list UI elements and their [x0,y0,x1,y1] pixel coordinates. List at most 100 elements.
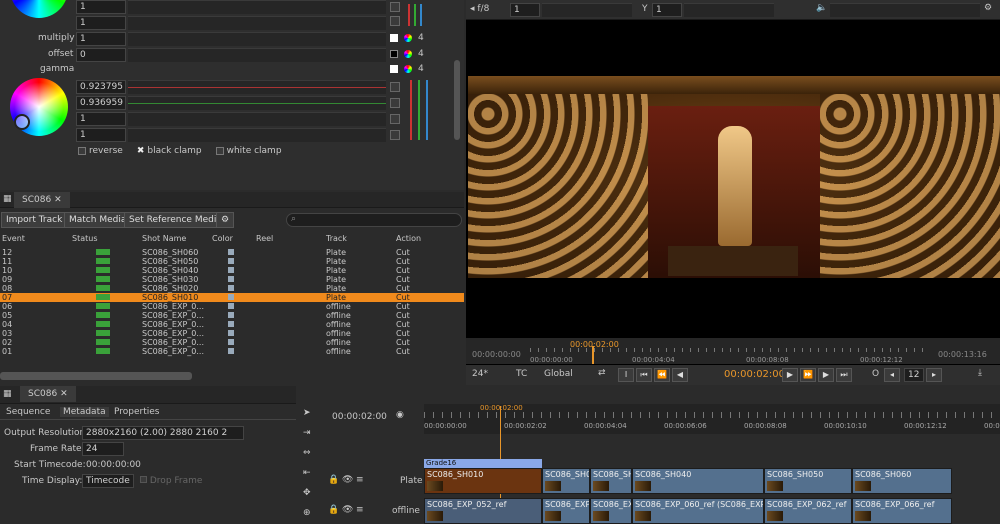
frame-rate-dropdown[interactable]: 24 [82,442,124,456]
col-status[interactable]: Status [72,234,98,243]
color-wheel-top[interactable] [10,0,68,18]
curve-icon[interactable] [428,33,438,43]
grade-band[interactable]: Grade16 [424,459,542,468]
col-color[interactable]: Color [212,234,233,243]
table-row[interactable]: 09 SC086_SH030 Plate Cut [0,275,464,284]
top-row-1-value[interactable]: 1 [76,0,126,14]
table-row[interactable]: 02 SC086_EXP_0... offline Cut [0,338,464,347]
gamma-green-field[interactable]: 0.936959 [76,96,126,110]
viewer-scrubber[interactable]: 00:00:02:00 00:00:00:00 00:00:13:16 00:0… [466,338,1000,364]
select-tool-icon[interactable]: ➤ [303,408,311,418]
table-row[interactable]: 05 SC086_EXP_0... offline Cut [0,311,464,320]
col-action[interactable]: Action [396,234,421,243]
tab-metadata[interactable]: Metadata [60,407,109,417]
zoom-tool-icon[interactable]: ⊕ [303,508,311,518]
table-row[interactable]: 10 SC086_SH040 Plate Cut [0,266,464,275]
gamma-green-slider[interactable] [128,96,386,110]
gamma-red-slider[interactable] [128,80,386,94]
out-point-button[interactable]: O [872,369,879,379]
swap-icon[interactable] [390,114,400,124]
y-slider[interactable] [684,3,774,17]
timeline-ruler[interactable]: 00:00:02:00 00:00:00:00 00:00:02:02 00:00:… [424,404,1000,434]
step-field[interactable]: 12 [904,368,924,382]
ripple-tool-icon[interactable]: ⇥ [303,428,311,438]
top-row-1-slider[interactable] [128,0,386,14]
swap-icon[interactable] [390,98,400,108]
fstop-dropdown[interactable]: ◂ f/8 [470,4,489,14]
swap-icon[interactable] [390,2,400,12]
gamma-alpha-field[interactable]: 1 [76,128,126,142]
import-track-button[interactable]: Import Track [1,212,68,228]
timeline-current-time[interactable]: 00:00:02:00 [332,412,387,422]
timeline-clip[interactable]: SC086_SH060 [852,468,952,494]
edl-hscrollbar[interactable] [0,372,192,380]
prev-frame-icon[interactable]: ⏪ [654,368,670,382]
gamma-blue-slider[interactable] [128,112,386,126]
timeline-clip[interactable]: SC086_SH02 [542,468,590,494]
panel-scrollbar[interactable] [454,60,460,140]
checkbox-icon[interactable] [390,34,398,42]
timeline-sync-icon[interactable]: ◉ [396,410,404,420]
tab-sequence[interactable]: Sequence [6,407,50,417]
swap-icon[interactable] [390,16,400,26]
move-tool-icon[interactable]: ✥ [303,488,311,498]
table-row[interactable]: 07 SC086_SH010 Plate Cut [0,293,464,302]
col-reel[interactable]: Reel [256,234,273,243]
tab-sc086[interactable]: SC086 ✕ [20,386,76,402]
swap-icon[interactable] [390,82,400,92]
color-wheel-cursor-icon[interactable] [14,114,30,130]
frame-field[interactable]: 1 [510,3,540,17]
trim-tool-icon[interactable]: ⇤ [303,468,311,478]
reverse-checkbox[interactable]: reverse [78,146,123,156]
eye-icon[interactable]: 👁 [342,475,353,485]
tab-sc086[interactable]: SC086 ✕ [14,192,70,208]
slip-tool-icon[interactable]: ⇔ [303,448,311,458]
timeline-clip[interactable]: SC086_SH050 [764,468,852,494]
start-timecode-field[interactable]: 00:00:00:00 [86,460,141,470]
step-back-small-icon[interactable]: ◂ [884,368,900,382]
step-forward-icon[interactable]: ▶ [818,368,834,382]
table-row[interactable]: 03 SC086_EXP_0... offline Cut [0,329,464,338]
black-clamp-checkbox[interactable]: ✖ black clamp [137,146,202,156]
next-frame-icon[interactable]: ⏩ [800,368,816,382]
timeline-clip[interactable]: SC086_EXP_062_ref [764,498,852,524]
stack-icon[interactable]: ≡ [356,505,364,515]
match-media-button[interactable]: Match Media [64,212,132,228]
multiply-field[interactable]: 1 [76,32,126,46]
panel-menu-icon[interactable]: ▦ [3,194,12,204]
set-reference-media-button[interactable]: Set Reference Media [124,212,227,228]
top-row-2-slider[interactable] [128,16,386,30]
table-row[interactable]: 12 SC086_SH060 Plate Cut [0,248,464,257]
table-row[interactable]: 04 SC086_EXP_0... offline Cut [0,320,464,329]
transport-current-time[interactable]: 00:00:02:00 [724,369,785,380]
go-end-icon[interactable]: ⏭ [836,368,852,382]
loop-icon[interactable]: ⇄ [598,368,606,378]
step-forward-small-icon[interactable]: ▸ [926,368,942,382]
frame-slider[interactable] [542,3,632,17]
tc-dropdown[interactable]: TC [516,369,527,379]
settings-gear-icon[interactable]: ⚙ [216,212,235,228]
search-input[interactable]: ⌕ [286,213,462,227]
col-shot-name[interactable]: Shot Name [142,234,186,243]
panel-menu-icon[interactable]: ▦ [3,389,12,399]
timeline-clip[interactable]: SC086_SH040 [632,468,764,494]
y-field[interactable]: 1 [652,3,682,17]
timeline-clip[interactable]: SC086_SH010 [424,468,542,494]
stack-icon[interactable]: ≡ [356,475,364,485]
time-display-dropdown[interactable]: Timecode [82,474,134,488]
color-picker-icon[interactable] [404,65,412,73]
table-row[interactable]: 06 SC086_EXP_0... offline Cut [0,302,464,311]
step-back-icon[interactable]: ◀ [672,368,688,382]
gamma-blue-field[interactable]: 1 [76,112,126,126]
timeline-clip[interactable]: SC086_SH [590,468,632,494]
download-icon[interactable]: ⤓ [978,368,982,378]
offset-field[interactable]: 0 [76,48,126,62]
close-icon[interactable]: ✕ [60,389,68,399]
gamma-alpha-slider[interactable] [128,128,386,142]
play-icon[interactable]: ▶ [782,368,798,382]
checkbox-icon[interactable] [390,65,398,73]
tab-properties[interactable]: Properties [114,407,159,417]
timeline-clip[interactable]: SC086_EXP_ [542,498,590,524]
col-track[interactable]: Track [326,234,347,243]
lock-icon[interactable]: 🔒 [328,505,339,515]
